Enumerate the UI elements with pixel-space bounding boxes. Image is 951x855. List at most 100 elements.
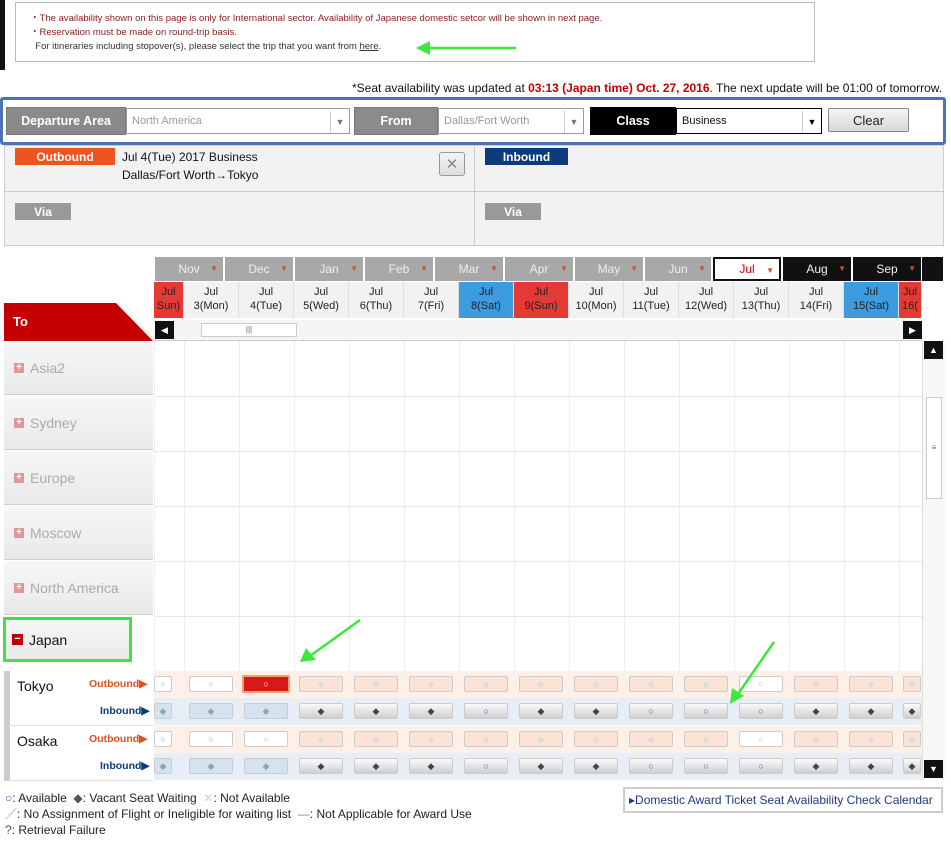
inbound-availability-cell[interactable]: ○	[464, 703, 508, 719]
month-tab-jan[interactable]: Jan ▼	[295, 257, 364, 281]
month-tab-jun[interactable]: Jun ▼	[645, 257, 712, 281]
outbound-availability-cell[interactable]: ◆	[629, 731, 673, 747]
outbound-availability-cell[interactable]: ◆	[299, 676, 343, 692]
inbound-availability-cell[interactable]: ◆	[903, 703, 921, 719]
inbound-availability-cell[interactable]: ◆	[354, 703, 398, 719]
outbound-availability-cell[interactable]: ○	[189, 676, 233, 692]
outbound-availability-cell[interactable]: ◆	[354, 676, 398, 692]
region-asia2[interactable]: + Asia2	[4, 341, 153, 395]
outbound-availability-cell[interactable]: ◆	[409, 676, 453, 692]
day-header[interactable]: Jul 5(Wed)	[294, 282, 349, 318]
vertical-scroll-thumb[interactable]: ≡	[926, 397, 942, 499]
day-header[interactable]: Jul 3(Mon)	[184, 282, 239, 318]
month-tab-jul[interactable]: Jul ▼	[713, 257, 781, 281]
outbound-availability-cell[interactable]: ◆	[794, 731, 838, 747]
inbound-availability-cell[interactable]: ◆	[154, 703, 172, 719]
month-tab-nov[interactable]: Nov ▼	[155, 257, 224, 281]
inbound-availability-cell[interactable]: ◆	[189, 703, 233, 719]
inbound-availability-cell[interactable]: ◆	[794, 758, 838, 774]
region-sydney[interactable]: + Sydney	[4, 396, 153, 450]
inbound-availability-cell[interactable]: ◆	[519, 703, 563, 719]
inbound-availability-cell[interactable]: ○	[739, 758, 783, 774]
inbound-availability-cell[interactable]: ◆	[903, 758, 921, 774]
outbound-availability-cell[interactable]: ○	[244, 731, 288, 747]
inbound-availability-cell[interactable]: ○	[464, 758, 508, 774]
day-header[interactable]: Jul 13(Thu)	[734, 282, 789, 318]
outbound-availability-cell[interactable]: ◆	[903, 731, 921, 747]
outbound-availability-cell[interactable]: ◆	[629, 676, 673, 692]
day-header[interactable]: Jul 15(Sat)	[844, 282, 899, 318]
expand-icon[interactable]: +	[14, 527, 24, 538]
outbound-availability-cell[interactable]: ◆	[574, 731, 618, 747]
inbound-availability-cell[interactable]: ◆	[354, 758, 398, 774]
scroll-left-button[interactable]: ◀	[155, 321, 174, 339]
scroll-up-button[interactable]: ▲	[924, 341, 943, 359]
expand-icon[interactable]: +	[14, 472, 24, 483]
vertical-scrollbar[interactable]: ▲ ≡ ▼	[922, 341, 945, 779]
outbound-availability-cell[interactable]: ◆	[794, 676, 838, 692]
inbound-availability-cell[interactable]: ◆	[409, 758, 453, 774]
scroll-right-button[interactable]: ▶	[903, 321, 922, 339]
inbound-availability-cell[interactable]: ◆	[299, 703, 343, 719]
day-header[interactable]: Jul 7(Fri)	[404, 282, 459, 318]
outbound-availability-cell[interactable]: ◆	[849, 731, 893, 747]
outbound-availability-cell[interactable]: ◆	[519, 731, 563, 747]
outbound-availability-cell[interactable]: ◆	[354, 731, 398, 747]
domestic-calendar-link[interactable]: ▸Domestic Award Ticket Seat Availability…	[623, 787, 943, 813]
outbound-availability-cell[interactable]: ○	[189, 731, 233, 747]
inbound-availability-cell[interactable]: ◆	[849, 703, 893, 719]
day-header[interactable]: Jul 11(Tue)	[624, 282, 679, 318]
inbound-availability-cell[interactable]: ○	[629, 758, 673, 774]
region-moscow[interactable]: + Moscow	[4, 506, 153, 560]
inbound-availability-cell[interactable]: ◆	[519, 758, 563, 774]
outbound-availability-cell[interactable]: ◆	[574, 676, 618, 692]
outbound-availability-cell[interactable]: ○	[154, 731, 172, 747]
inbound-availability-cell[interactable]: ◆	[574, 703, 618, 719]
inbound-availability-cell[interactable]: ○	[629, 703, 673, 719]
month-tab-dec[interactable]: Dec ▼	[225, 257, 294, 281]
outbound-availability-cell[interactable]: ◆	[684, 731, 728, 747]
outbound-availability-cell[interactable]: ◆	[849, 676, 893, 692]
inbound-availability-cell[interactable]: ◆	[244, 703, 288, 719]
inbound-availability-cell[interactable]: ◆	[794, 703, 838, 719]
day-header[interactable]: Jul 8(Sat)	[459, 282, 514, 318]
day-header[interactable]: Jul 16(	[899, 282, 922, 318]
outbound-availability-cell[interactable]: ◆	[299, 731, 343, 747]
day-header[interactable]: Jul 9(Sun)	[514, 282, 569, 318]
day-header[interactable]: Jul 4(Tue)	[239, 282, 294, 318]
stopover-here-link[interactable]: here	[359, 41, 378, 52]
expand-icon[interactable]: +	[14, 362, 24, 373]
day-header[interactable]: Jul Sun)	[154, 282, 184, 318]
month-tab-sep[interactable]: Sep ▼	[853, 257, 922, 281]
expand-icon[interactable]: +	[14, 582, 24, 593]
day-header[interactable]: Jul 12(Wed)	[679, 282, 734, 318]
from-select[interactable]: Dallas/Fort Worth ▼	[438, 108, 584, 134]
day-header[interactable]: Jul 6(Thu)	[349, 282, 404, 318]
region-north-america[interactable]: + North America	[4, 561, 153, 615]
outbound-availability-cell[interactable]: ◆	[464, 676, 508, 692]
outbound-availability-cell[interactable]: ◆	[903, 676, 921, 692]
class-select[interactable]: Business ▼	[676, 108, 822, 134]
inbound-availability-cell[interactable]: ◆	[849, 758, 893, 774]
calendar-scroll-strip[interactable]: ◀ |||	[154, 320, 922, 341]
inbound-availability-cell[interactable]: ◆	[189, 758, 233, 774]
outbound-availability-cell[interactable]: ◆	[684, 676, 728, 692]
month-tab-may[interactable]: May ▼	[575, 257, 644, 281]
japan-highlight[interactable]: − Japan	[3, 617, 132, 662]
outbound-availability-cell[interactable]: ○	[242, 675, 290, 693]
region-europe[interactable]: + Europe	[4, 451, 153, 505]
inbound-availability-cell[interactable]: ○	[684, 703, 728, 719]
inbound-availability-cell[interactable]: ○	[684, 758, 728, 774]
inbound-availability-cell[interactable]: ◆	[409, 703, 453, 719]
departure-area-select[interactable]: North America ▼	[126, 108, 350, 134]
month-tab-mar[interactable]: Mar ▼	[435, 257, 504, 281]
remove-outbound-button[interactable]: ✕	[439, 152, 465, 176]
clear-button[interactable]: Clear	[828, 108, 909, 132]
outbound-availability-cell[interactable]: ○	[739, 731, 783, 747]
month-tab-apr[interactable]: Apr ▼	[505, 257, 574, 281]
inbound-availability-cell[interactable]: ◆	[154, 758, 172, 774]
day-header[interactable]: Jul 14(Fri)	[789, 282, 844, 318]
scroll-down-button[interactable]: ▼	[924, 760, 943, 778]
inbound-availability-cell[interactable]: ◆	[244, 758, 288, 774]
outbound-availability-cell[interactable]: ○	[154, 676, 172, 692]
